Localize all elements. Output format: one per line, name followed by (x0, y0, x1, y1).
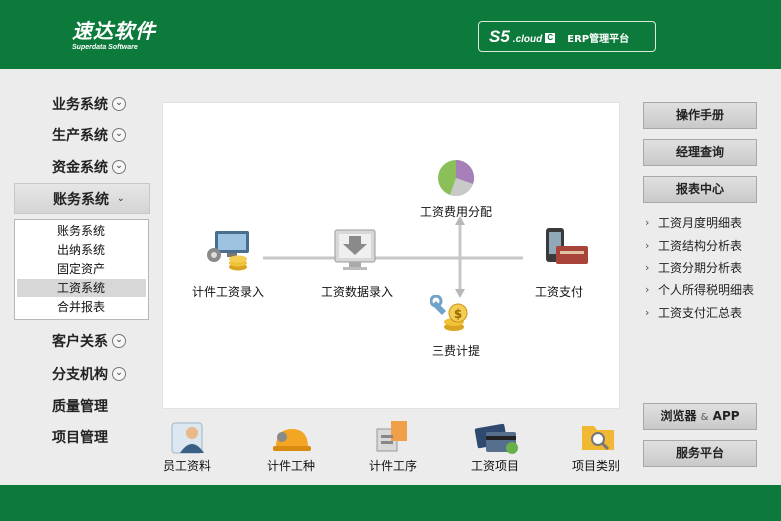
brand-c-badge: C (545, 33, 556, 43)
footer-bar (0, 485, 781, 521)
chevron-down-icon: ⌄ (117, 193, 125, 204)
credit-cards-icon[interactable] (474, 422, 520, 454)
header-bar: 速达软件 Superdata Software S5 .cloud C ERP管… (0, 0, 781, 69)
chevron-down-icon: ⌄ (112, 367, 126, 381)
nav-item-label: 资金系统 (52, 160, 108, 176)
chevron-right-icon: › (645, 238, 650, 252)
chevron-down-icon: ⌄ (112, 160, 126, 174)
chevron-right-icon: › (645, 260, 650, 274)
report-link-period-analysis[interactable]: › 工资分期分析表 (645, 259, 742, 275)
nav-item-projects[interactable]: 项目管理 (52, 426, 108, 448)
logo-text: 速达软件 (72, 19, 156, 43)
report-link-label: 个人所得税明细表 (658, 282, 755, 297)
download-monitor-icon[interactable] (333, 224, 377, 274)
report-link-income-tax[interactable]: › 个人所得税明细表 (645, 281, 754, 297)
nav-item-production[interactable]: 生产系统 ⌄ (52, 124, 126, 146)
process-tools-icon[interactable] (373, 419, 413, 455)
accounting-submenu: 账务系统 出纳系统 固定资产 工资系统 合并报表 (14, 219, 149, 320)
report-link-label: 工资支付汇总表 (658, 305, 743, 320)
nav-item-label: 分支机构 (52, 367, 108, 383)
computer-coins-icon[interactable] (205, 227, 255, 272)
svg-text:$: $ (454, 307, 462, 321)
browser-app-button[interactable]: 浏览器 & APP (643, 403, 757, 430)
chevron-right-icon: › (645, 215, 650, 229)
flow-label-wage-payment[interactable]: 工资支付 (535, 283, 583, 300)
submenu-item-fixed-assets[interactable]: 固定资产 (17, 260, 146, 278)
nav-item-business[interactable]: 业务系统 ⌄ (52, 93, 126, 115)
product-brand-box: S5 .cloud C ERP管理平台 (478, 21, 656, 52)
flow-label-three-fees[interactable]: 三费计提 (432, 342, 480, 359)
ampersand-label: & (700, 412, 709, 423)
nav-item-label: 生产系统 (52, 128, 108, 144)
browser-label: 浏览器 (660, 409, 697, 423)
chevron-right-icon: › (645, 282, 650, 296)
nav-item-label: 项目管理 (52, 430, 108, 446)
report-link-label: 工资月度明细表 (658, 215, 743, 230)
chevron-down-icon: ⌄ (112, 334, 126, 348)
nav-item-accounting[interactable]: 账务系统 ⌄ (14, 183, 150, 214)
superdata-logo: 速达软件 Superdata Software (72, 20, 156, 52)
brand-s5: S5 (489, 26, 510, 46)
chevron-right-icon: › (645, 305, 650, 319)
pie-chart-icon[interactable] (436, 158, 476, 198)
shortcut-wage-item[interactable]: 工资项目 (471, 457, 519, 474)
manual-button[interactable]: 操作手册 (643, 102, 757, 129)
submenu-item-accounting[interactable]: 账务系统 (17, 222, 146, 240)
report-link-monthly-detail[interactable]: › 工资月度明细表 (645, 214, 742, 230)
report-center-button[interactable]: 报表中心 (643, 176, 757, 203)
shortcut-employee-info[interactable]: 员工资料 (163, 457, 211, 474)
hardhat-icon[interactable] (272, 423, 312, 455)
nav-item-branches[interactable]: 分支机构 ⌄ (52, 363, 126, 385)
flow-label-wage-data-entry[interactable]: 工资数据录入 (321, 283, 393, 300)
brand-cloud: .cloud (512, 33, 543, 45)
shortcut-item-category[interactable]: 项目类别 (572, 457, 620, 474)
nav-item-label: 质量管理 (52, 399, 108, 415)
submenu-item-consolidated[interactable]: 合并报表 (17, 298, 146, 316)
folder-search-icon[interactable] (580, 420, 616, 454)
employee-avatar-icon[interactable] (170, 421, 208, 455)
nav-item-funds[interactable]: 资金系统 ⌄ (52, 156, 126, 178)
report-link-label: 工资分期分析表 (658, 260, 743, 275)
submenu-item-cashier[interactable]: 出纳系统 (17, 241, 146, 259)
flow-label-piecework-entry[interactable]: 计件工资录入 (192, 283, 264, 300)
service-platform-button[interactable]: 服务平台 (643, 440, 757, 467)
brand-erp-platform: ERP管理平台 (567, 34, 630, 45)
submenu-item-payroll[interactable]: 工资系统 (17, 279, 146, 297)
shortcut-piece-type[interactable]: 计件工种 (267, 457, 315, 474)
wallet-phone-icon[interactable] (542, 226, 590, 272)
nav-item-label: 客户关系 (52, 334, 108, 350)
report-link-label: 工资结构分析表 (658, 238, 743, 253)
shortcut-piece-process[interactable]: 计件工序 (369, 457, 417, 474)
manager-query-button[interactable]: 经理查询 (643, 139, 757, 166)
report-link-payment-summary[interactable]: › 工资支付汇总表 (645, 304, 742, 320)
logo-subtext: Superdata Software (72, 44, 138, 51)
nav-item-label: 业务系统 (52, 97, 108, 113)
nav-item-quality[interactable]: 质量管理 (52, 395, 108, 417)
flow-label-wage-cost-alloc[interactable]: 工资费用分配 (420, 203, 492, 220)
app-label: APP (712, 409, 740, 423)
wrench-coins-icon[interactable]: $ (430, 295, 474, 337)
nav-item-crm[interactable]: 客户关系 ⌄ (52, 330, 126, 352)
report-link-structure-analysis[interactable]: › 工资结构分析表 (645, 237, 742, 253)
chevron-down-icon: ⌄ (112, 128, 126, 142)
chevron-down-icon: ⌄ (112, 97, 126, 111)
nav-item-label: 账务系统 (53, 191, 109, 208)
